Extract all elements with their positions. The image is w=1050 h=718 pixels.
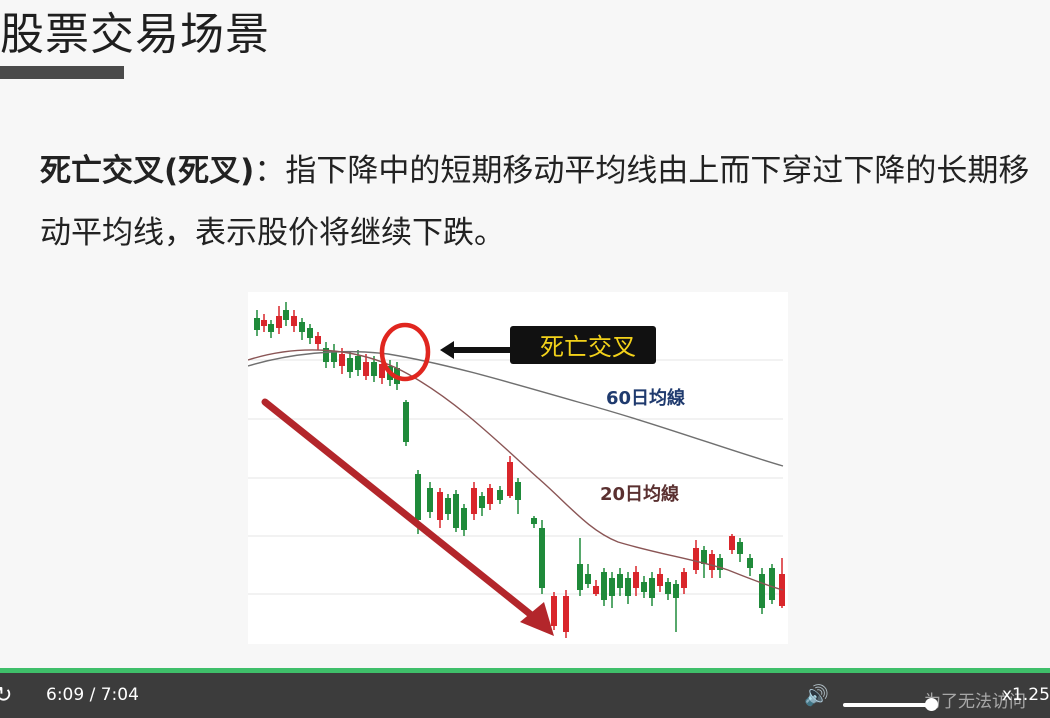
candle-body — [649, 578, 655, 598]
candle-body — [276, 316, 282, 328]
candle-body — [371, 362, 377, 376]
candle-body — [487, 488, 493, 504]
candle-body — [759, 574, 765, 608]
volume-slider[interactable] — [843, 703, 933, 707]
definition-paragraph: 死亡交叉(死叉)：指下降中的短期移动平均线由上而下穿过下降的长期移动平均线，表示… — [40, 140, 1045, 264]
candle-body — [641, 582, 647, 592]
candle-body — [585, 574, 591, 584]
candle-body — [339, 354, 345, 366]
crossover-circle — [379, 322, 431, 382]
candle-body — [617, 574, 623, 588]
candle-body — [347, 358, 353, 372]
candle-body — [471, 488, 477, 514]
candle-body — [331, 352, 337, 362]
downtrend-arrow — [261, 398, 544, 626]
candle-body — [769, 568, 775, 600]
candle-body — [299, 322, 305, 332]
candle-body — [268, 324, 274, 332]
title-underline — [0, 66, 124, 79]
candle-body — [737, 542, 743, 554]
candle-body — [729, 536, 735, 550]
candle-body — [453, 494, 459, 528]
ma20-label: 20日均線 — [600, 483, 679, 505]
candle-body — [593, 586, 599, 594]
candle-body — [601, 572, 607, 600]
candle-body — [437, 492, 443, 520]
candle-body — [403, 402, 409, 442]
replay-icon[interactable]: ↻ — [0, 683, 12, 708]
video-player-controls: ↻ 6:09 / 7:04 🔊 为了无法访问 x1.25倍 — [0, 673, 1050, 718]
candle-body — [625, 578, 631, 596]
candle-body — [315, 336, 321, 344]
candle-body — [291, 316, 297, 326]
candle-body — [633, 572, 639, 588]
candle-body — [515, 482, 521, 500]
candle-body — [681, 572, 687, 588]
candle-body — [665, 582, 671, 594]
candle-body — [415, 474, 421, 520]
callout-arrow-icon — [440, 341, 510, 359]
candle-body — [693, 548, 699, 570]
candle-body — [355, 356, 361, 370]
presentation-slide: 股票交易场景 死亡交叉(死叉)：指下降中的短期移动平均线由上而下穿过下降的长期移… — [0, 0, 1050, 668]
candle-body — [427, 488, 433, 512]
candle-body — [609, 578, 615, 596]
candle-body — [657, 574, 663, 586]
candle-body — [709, 554, 715, 570]
candle-body — [539, 528, 545, 588]
candle-body — [673, 584, 679, 598]
volume-icon[interactable]: 🔊 — [804, 683, 829, 707]
candle-body — [307, 328, 313, 338]
candle-body — [283, 310, 289, 320]
playback-time: 6:09 / 7:04 — [46, 685, 139, 705]
candle-body — [531, 518, 537, 524]
candle-body — [551, 596, 557, 626]
callout-label: 死亡交叉 — [540, 333, 636, 361]
candle-body — [563, 596, 569, 632]
term-death-cross: 死亡交叉(死叉) — [40, 153, 255, 189]
candle-body — [261, 320, 267, 326]
candle-body — [701, 550, 707, 564]
candle-body — [461, 508, 467, 530]
chart-svg: 死亡交叉 60日均線 20日均線 — [248, 302, 785, 638]
candle-body — [507, 462, 513, 496]
playback-speed-button[interactable]: x1.25倍 — [1002, 683, 1050, 707]
candle-body — [747, 558, 753, 568]
candlestick-chart: 死亡交叉 60日均線 20日均線 — [248, 292, 788, 644]
slide-title: 股票交易场景 — [0, 9, 270, 60]
candle-body — [497, 490, 503, 500]
ma60-label: 60日均線 — [606, 387, 685, 409]
candle-body — [363, 362, 369, 376]
candle-body — [479, 496, 485, 508]
candle-body — [254, 318, 260, 330]
candle-body — [445, 498, 451, 514]
candle-body — [577, 564, 583, 590]
